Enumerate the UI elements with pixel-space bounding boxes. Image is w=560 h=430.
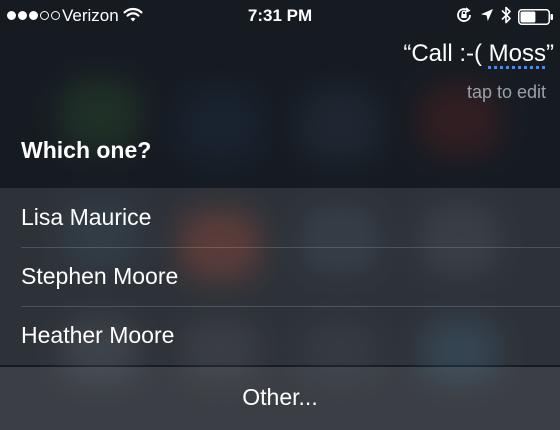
contact-choice[interactable]: Lisa Maurice — [0, 188, 560, 247]
battery-icon — [518, 9, 554, 30]
siri-screen: Verizon 7:31 PM “Call:-(Moss” tap to e… — [0, 0, 560, 430]
siri-query-text[interactable]: “Call :-( Moss” — [403, 40, 554, 68]
rotation-lock-icon — [455, 6, 473, 29]
query-contact-name: Moss — [488, 40, 546, 67]
other-button[interactable]: Other... — [0, 367, 560, 430]
contact-choice[interactable]: Stephen Moore — [0, 247, 560, 306]
bluetooth-icon — [500, 5, 512, 30]
status-time: 7:31 PM — [247, 6, 313, 25]
location-arrow-icon — [480, 7, 494, 27]
status-bar: Verizon 7:31 PM — [0, 0, 560, 34]
query-prefix: “Call :-( — [403, 40, 489, 67]
contact-choices-list: Lisa Maurice Stephen Moore Heather Moore — [0, 188, 560, 365]
contact-choice[interactable]: Heather Moore — [0, 306, 560, 365]
tap-to-edit-hint[interactable]: tap to edit — [467, 82, 546, 103]
query-suffix: ” — [546, 40, 554, 67]
disambiguation-question: Which one? — [21, 137, 152, 163]
